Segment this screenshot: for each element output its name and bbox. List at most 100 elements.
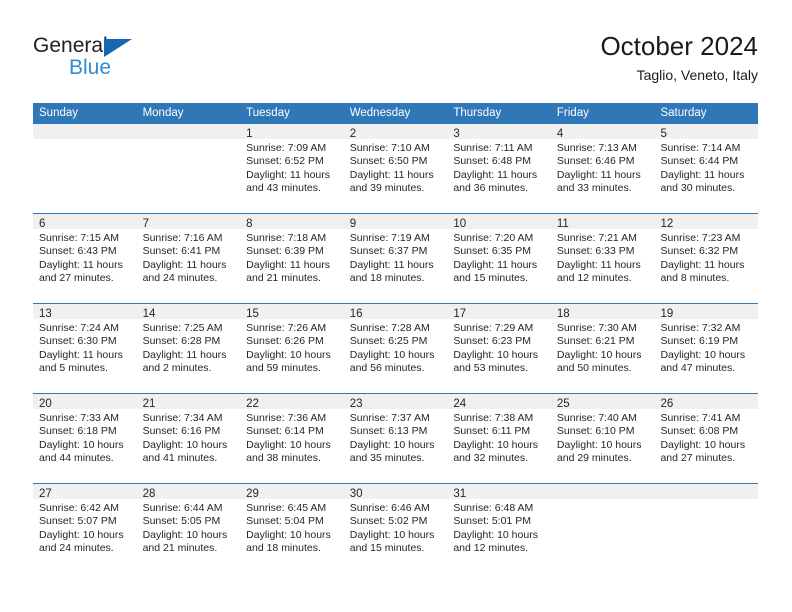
sunrise-text: Sunrise: 7:34 AM (142, 412, 223, 424)
calendar-day-cell[interactable]: 30 Sunrise: 6:46 AM Sunset: 5:02 PM Dayligh… (343, 484, 448, 573)
calendar-day-cell[interactable]: 5 Sunrise: 7:14 AM Sunset: 6:44 PM Daylight… (654, 124, 759, 213)
calendar-day-cell[interactable]: 19 Sunrise: 7:32 AM Sunset: 6:19 PM Dayligh… (654, 304, 759, 393)
daylight-text-line2: and 5 minutes. (39, 361, 108, 374)
general-blue-logo[interactable]: General Blue (33, 34, 233, 90)
day-number: 27 (39, 488, 52, 500)
daylight-text-line2: and 50 minutes. (556, 361, 632, 374)
day-details: Sunrise: 6:46 AM Sunset: 5:02 PM Daylight:… (344, 499, 448, 555)
day-details: Sunrise: 7:13 AM Sunset: 6:46 PM Daylight:… (551, 139, 655, 195)
weekday-header-friday: Friday (556, 107, 589, 119)
calendar-day-cell[interactable]: 12 Sunrise: 7:23 AM Sunset: 6:32 PM Dayligh… (654, 214, 759, 303)
calendar-day-cell[interactable]: 31 Sunrise: 6:48 AM Sunset: 5:01 PM Dayligh… (447, 484, 551, 573)
calendar-day-cell[interactable]: 17 Sunrise: 7:29 AM Sunset: 6:23 PM Dayligh… (447, 304, 551, 393)
calendar-day-cell[interactable]: 13 Sunrise: 7:24 AM Sunset: 6:30 PM Dayligh… (33, 304, 137, 393)
day-details: Sunrise: 7:25 AM Sunset: 6:28 PM Daylight:… (137, 319, 241, 375)
sunset-text: Sunset: 6:44 PM (660, 155, 739, 168)
calendar-day-cell[interactable]: 11 Sunrise: 7:21 AM Sunset: 6:33 PM Dayligh… (550, 214, 655, 303)
day-details: Sunrise: 7:18 AM Sunset: 6:39 PM Daylight:… (240, 229, 344, 285)
sunrise-text: Sunrise: 7:23 AM (660, 232, 741, 244)
day-number-strip: 6 (33, 214, 137, 230)
sunrise-text: Sunrise: 7:32 AM (660, 322, 741, 334)
day-number: 18 (556, 308, 570, 320)
sunrise-text: Sunrise: 7:11 AM (453, 142, 533, 154)
day-details: Sunrise: 6:48 AM Sunset: 5:01 PM Daylight:… (447, 499, 551, 555)
calendar-day-cell[interactable]: 23 Sunrise: 7:37 AM Sunset: 6:13 PM Dayligh… (343, 394, 448, 483)
daylight-text-line2: and 21 minutes. (142, 541, 218, 554)
day-details: Sunrise: 7:11 AM Sunset: 6:48 PM Daylight:… (447, 139, 551, 195)
day-number: 21 (142, 398, 156, 410)
daylight-text-line1: Daylight: 11 hours (660, 258, 745, 271)
calendar-day-cell[interactable]: 20 Sunrise: 7:33 AM Sunset: 6:18 PM Dayligh… (33, 394, 137, 483)
calendar-day-cell[interactable]: 27 Sunrise: 6:42 AM Sunset: 5:07 PM Dayligh… (33, 484, 137, 573)
daylight-text-line2: and 44 minutes. (39, 451, 114, 464)
daylight-text-line1: Daylight: 11 hours (39, 348, 123, 361)
day-number-strip: 17 (447, 304, 551, 320)
day-number: 12 (660, 218, 674, 230)
daylight-text-line1: Daylight: 11 hours (453, 168, 538, 181)
day-details: Sunrise: 7:33 AM Sunset: 6:18 PM Daylight:… (33, 409, 137, 465)
day-number: 15 (246, 308, 259, 320)
calendar-day-cell[interactable]: 4 Sunrise: 7:13 AM Sunset: 6:46 PM Daylight… (550, 124, 655, 213)
calendar-day-cell[interactable]: 16 Sunrise: 7:28 AM Sunset: 6:25 PM Dayligh… (343, 304, 448, 393)
calendar-day-cell[interactable]: 6 Sunrise: 7:15 AM Sunset: 6:43 PM Daylight… (33, 214, 137, 303)
sunrise-text: Sunrise: 7:18 AM (246, 232, 327, 244)
calendar-day-cell[interactable]: 22 Sunrise: 7:36 AM Sunset: 6:14 PM Dayligh… (240, 394, 344, 483)
calendar-day-cell[interactable]: 7 Sunrise: 7:16 AM Sunset: 6:41 PM Daylight… (136, 214, 241, 303)
calendar-day-cell[interactable]: 1 Sunrise: 7:09 AM Sunset: 6:52 PM Daylight… (240, 124, 344, 213)
calendar-day-cell[interactable]: 21 Sunrise: 7:34 AM Sunset: 6:16 PM Dayligh… (136, 394, 241, 483)
day-number: 16 (349, 308, 363, 320)
daylight-text-line2: and 12 minutes. (556, 271, 632, 284)
calendar-day-cell[interactable]: 24 Sunrise: 7:38 AM Sunset: 6:11 PM Dayligh… (447, 394, 551, 483)
calendar-day-cell[interactable]: 26 Sunrise: 7:41 AM Sunset: 6:08 PM Dayligh… (654, 394, 759, 483)
sunrise-text: Sunrise: 7:28 AM (349, 322, 430, 334)
day-details: Sunrise: 7:16 AM Sunset: 6:41 PM Daylight:… (137, 229, 241, 285)
day-details: Sunrise: 7:26 AM Sunset: 6:26 PM Daylight:… (240, 319, 344, 375)
day-number: 20 (39, 398, 52, 410)
day-number: 6 (39, 218, 46, 230)
daylight-text-line2: and 24 minutes. (39, 541, 114, 554)
day-number: 31 (453, 488, 467, 500)
day-number: 11 (556, 218, 569, 230)
calendar-day-cell[interactable]: 9 Sunrise: 7:19 AM Sunset: 6:37 PM Daylight… (343, 214, 448, 303)
day-details: Sunrise: 7:34 AM Sunset: 6:16 PM Daylight:… (137, 409, 241, 465)
weekday-header-thursday: Thursday (453, 107, 502, 119)
calendar-day-cell[interactable]: 14 Sunrise: 7:25 AM Sunset: 6:28 PM Dayligh… (136, 304, 241, 393)
sunrise-text: Sunrise: 7:30 AM (556, 322, 637, 334)
daylight-text-line2: and 39 minutes. (349, 181, 425, 194)
calendar-day-cell[interactable]: 10 Sunrise: 7:20 AM Sunset: 6:35 PM Dayligh… (447, 214, 551, 303)
daylight-text-line1: Daylight: 10 hours (660, 438, 746, 451)
calendar-day-cell[interactable]: 28 Sunrise: 6:44 AM Sunset: 5:05 PM Dayligh… (136, 484, 241, 573)
calendar-day-cell[interactable]: 18 Sunrise: 7:30 AM Sunset: 6:21 PM Dayligh… (550, 304, 655, 393)
calendar-page: General Blue October 2024 Taglio, Veneto… (0, 0, 792, 612)
daylight-text-line1: Daylight: 10 hours (142, 438, 228, 451)
daylight-text-line2: and 30 minutes. (660, 181, 736, 194)
sunrise-text: Sunrise: 7:29 AM (453, 322, 534, 334)
daylight-text-line1: Daylight: 10 hours (556, 438, 642, 451)
sunrise-text: Sunrise: 7:41 AM (660, 412, 741, 424)
daylight-text-line1: Daylight: 10 hours (453, 438, 538, 451)
day-number-strip (550, 484, 655, 499)
sunrise-text: Sunrise: 7:15 AM (39, 232, 119, 244)
daylight-text-line1: Daylight: 10 hours (556, 348, 642, 361)
calendar-day-cell[interactable]: 29 Sunrise: 6:45 AM Sunset: 5:04 PM Dayligh… (240, 484, 344, 573)
sunrise-text: Sunrise: 6:44 AM (142, 502, 223, 514)
sunset-text: Sunset: 6:18 PM (39, 425, 117, 438)
calendar-day-cell[interactable]: 8 Sunrise: 7:18 AM Sunset: 6:39 PM Daylight… (240, 214, 344, 303)
day-details: Sunrise: 7:29 AM Sunset: 6:23 PM Daylight:… (447, 319, 551, 375)
sunset-text: Sunset: 6:13 PM (349, 425, 428, 438)
sunrise-text: Sunrise: 7:19 AM (349, 232, 430, 244)
sunset-text: Sunset: 6:23 PM (453, 335, 531, 348)
day-details: Sunrise: 7:28 AM Sunset: 6:25 PM Daylight:… (344, 319, 448, 375)
sunset-text: Sunset: 5:02 PM (349, 515, 428, 528)
sunrise-text: Sunrise: 7:14 AM (660, 142, 741, 154)
sunset-text: Sunset: 6:37 PM (349, 245, 428, 258)
daylight-text-line1: Daylight: 11 hours (349, 258, 434, 271)
day-number-strip: 3 (447, 124, 551, 140)
calendar-day-cell[interactable]: 3 Sunrise: 7:11 AM Sunset: 6:48 PM Daylight… (447, 124, 551, 213)
daylight-text-line2: and 2 minutes. (142, 361, 212, 374)
sunrise-text: Sunrise: 7:09 AM (246, 142, 327, 154)
calendar-day-cell[interactable]: 15 Sunrise: 7:26 AM Sunset: 6:26 PM Dayligh… (240, 304, 344, 393)
calendar-day-cell[interactable]: 2 Sunrise: 7:10 AM Sunset: 6:50 PM Daylight… (343, 124, 448, 213)
calendar-day-cell[interactable]: 25 Sunrise: 7:40 AM Sunset: 6:10 PM Dayligh… (550, 394, 655, 483)
sunrise-text: Sunrise: 7:10 AM (349, 142, 430, 154)
